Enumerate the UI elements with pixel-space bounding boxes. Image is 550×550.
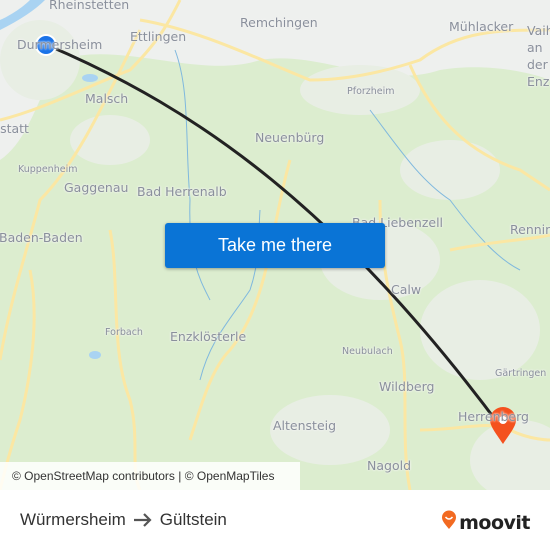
place-label: Enzklösterle [170,329,247,344]
place-label: Wildberg [379,379,435,394]
place-label: Baden-Baden [0,230,83,245]
moovit-pin-icon [441,510,457,535]
place-label: Kuppenheim [18,164,78,175]
arrow-right-icon [133,513,153,527]
route-title: Würmersheim Gültstein [20,510,227,530]
place-label: Neuenbürg [255,130,325,145]
place-label: Malsch [85,91,129,106]
lake [82,74,98,82]
lake [89,351,101,359]
place-label: Gaggenau [64,180,129,195]
footer: Würmersheim Gültstein moovit [0,490,550,550]
map-attribution[interactable]: © OpenStreetMap contributors | © OpenMap… [0,462,300,490]
moovit-logo[interactable]: moovit [441,510,530,535]
place-label: Rheinstetten [49,0,130,12]
place-label: Remchingen [240,15,318,30]
place-label: Altensteig [273,418,337,433]
place-label: Ettlingen [130,29,187,44]
destination-name: Gültstein [159,510,227,529]
take-me-there-button[interactable]: Take me there [165,223,385,268]
place-label: Neubulach [342,346,393,357]
place-label: Nagold [367,458,412,473]
place-label: Mühlacker [449,19,514,34]
place-label: Rastatt [0,121,29,136]
place-label: Calw [391,282,422,297]
map-view[interactable]: Rheinstetten Durmersheim Ettlingen Remch… [0,0,550,490]
place-label: Gärtringen [495,368,547,379]
origin-name: Würmersheim [20,510,126,529]
moovit-wordmark: moovit [459,511,530,534]
place-label: Pforzheim [347,86,395,97]
place-label: Durmersheim [17,37,103,52]
place-label: Forbach [105,327,143,338]
place-label: Vaihingen an der Enz [527,23,550,89]
place-label: Renningen [510,222,550,237]
place-label: Herrenberg [458,409,529,424]
place-label: Bad Herrenalb [137,184,227,199]
